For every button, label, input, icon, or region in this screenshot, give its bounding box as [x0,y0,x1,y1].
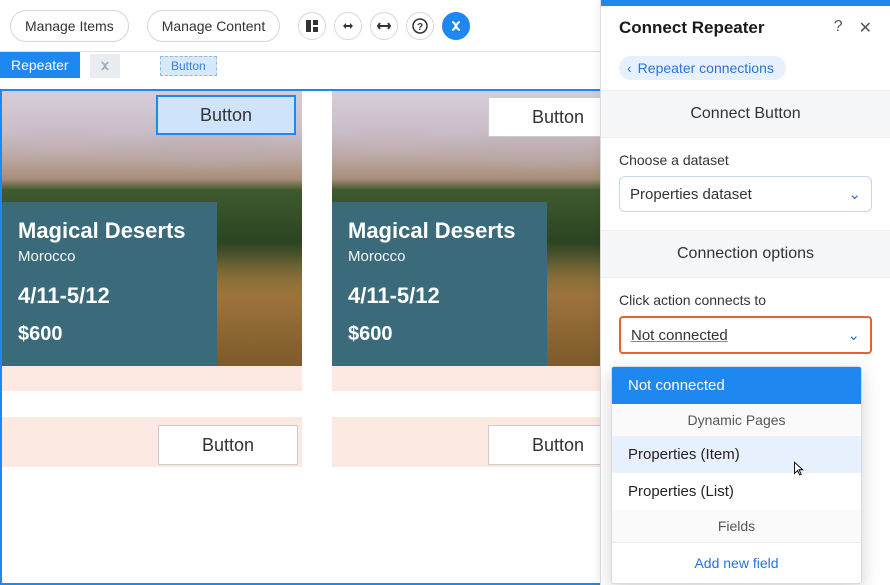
stretch-icon[interactable] [370,12,398,40]
dropdown-group-fields: Fields [612,510,861,542]
card-button[interactable]: Button [158,425,298,465]
repeater-item[interactable]: Button Magical Deserts Morocco 4/11-5/12… [332,91,632,391]
dataset-field: Choose a dataset Properties dataset ⌄ [601,138,890,230]
animation-icon[interactable] [334,12,362,40]
action-dropdown: Not connected Dynamic Pages Properties (… [611,366,862,584]
action-label: Click action connects to [619,292,872,308]
panel-header: Connect Repeater ? ✕ [601,6,890,50]
panel-close-icon[interactable]: ✕ [859,18,872,38]
connect-data-icon[interactable] [442,12,470,40]
layout-icon[interactable] [298,12,326,40]
card-dates: 4/11-5/12 [18,283,201,309]
manage-content-button[interactable]: Manage Content [147,10,281,42]
action-value: Not connected [631,327,728,344]
dataset-value: Properties dataset [630,186,752,203]
repeater-item[interactable]: Button Magical Deserts Morocco 4/11-5/12… [2,91,302,391]
back-chip-label: Repeater connections [638,60,774,76]
card-button-selected[interactable]: Button [156,95,296,135]
card-image: Button Magical Deserts Morocco 4/11-5/12… [2,91,302,366]
card-subtitle: Morocco [348,248,531,265]
dataset-label: Choose a dataset [619,152,872,168]
repeater-item-bottom[interactable]: Button [2,417,302,467]
dropdown-group-dynamic-pages: Dynamic Pages [612,404,861,436]
panel-back-row: ‹ Repeater connections [619,56,872,80]
card-image: Button Magical Deserts Morocco 4/11-5/12… [332,91,632,366]
card-dates: 4/11-5/12 [348,283,531,309]
dropdown-option-properties-item[interactable]: Properties (Item) [612,436,861,473]
button-element-tag[interactable]: Button [160,56,217,76]
toolbar-icon-row: ? [298,12,470,40]
card-title: Magical Deserts [348,218,531,244]
action-select[interactable]: Not connected ⌄ [619,316,872,354]
card-price: $600 [348,323,531,346]
repeater-extra-icon[interactable] [90,54,120,78]
card-subtitle: Morocco [18,248,201,265]
help-icon[interactable]: ? [406,12,434,40]
back-chip[interactable]: ‹ Repeater connections [619,56,786,80]
dropdown-option-not-connected[interactable]: Not connected [612,367,861,404]
section-header-connection-options: Connection options [601,230,890,278]
svg-text:?: ? [417,22,423,33]
chevron-down-icon: ⌄ [848,185,861,203]
repeater-item-bottom[interactable]: Button [332,417,632,467]
cursor-icon [790,460,808,483]
chevron-left-icon: ‹ [627,60,632,76]
card-title: Magical Deserts [18,218,201,244]
section-header-connect-button: Connect Button [601,90,890,138]
dropdown-option-properties-list[interactable]: Properties (List) [612,473,861,510]
panel-title: Connect Repeater [619,18,834,38]
dropdown-add-new-field[interactable]: Add new field [612,542,861,583]
card-info-box: Magical Deserts Morocco 4/11-5/12 $600 [2,202,217,366]
card-price: $600 [18,323,201,346]
panel-help-icon[interactable]: ? [834,18,843,38]
manage-items-button[interactable]: Manage Items [10,10,129,42]
dataset-select[interactable]: Properties dataset ⌄ [619,176,872,212]
card-info-box: Magical Deserts Morocco 4/11-5/12 $600 [332,202,547,366]
action-field: Click action connects to Not connected ⌄ [601,278,890,372]
repeater-tag[interactable]: Repeater [0,52,80,78]
chevron-down-icon: ⌄ [847,326,860,344]
